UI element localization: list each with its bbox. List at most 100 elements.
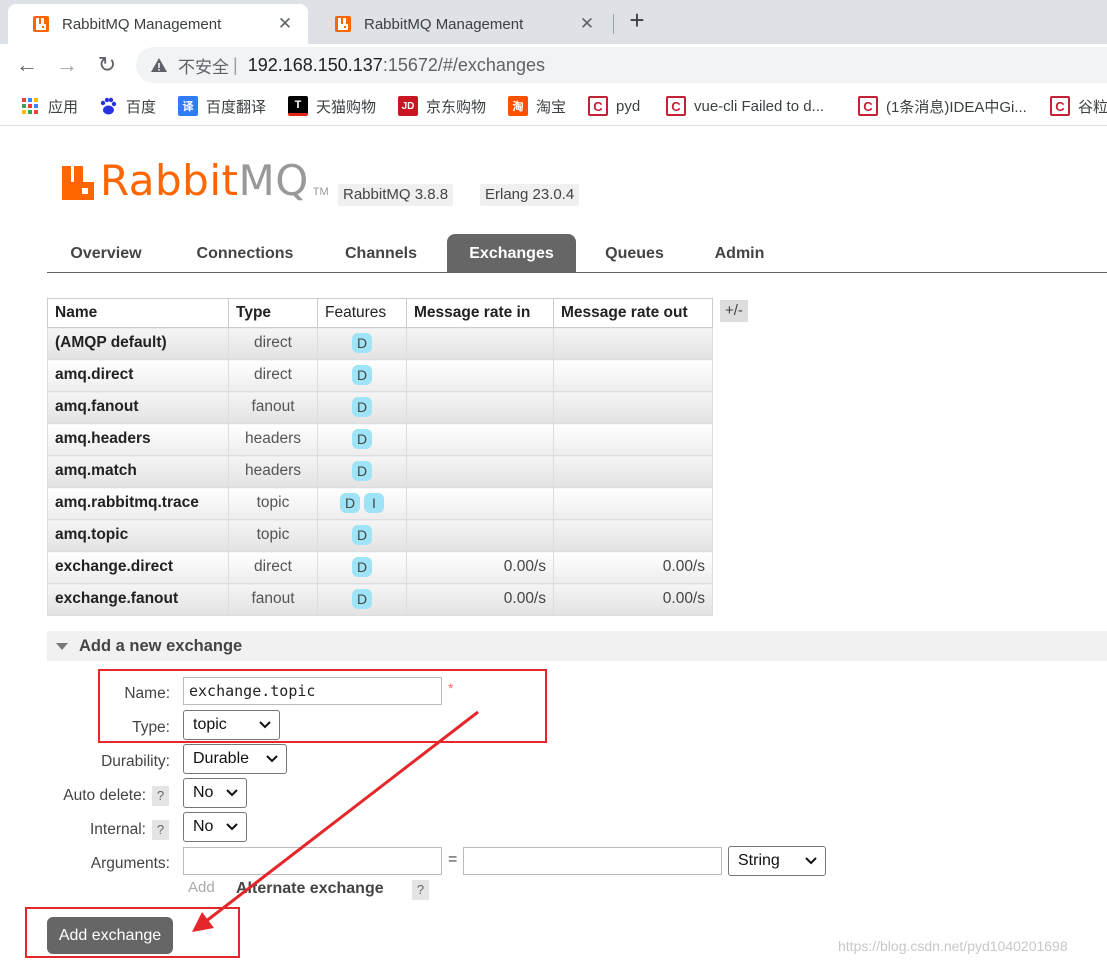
rabbitmq-version-badge: RabbitMQ 3.8.8 [338,184,454,206]
argument-key-input[interactable] [183,847,442,875]
bookmarks-bar: 应用 百度 译 百度翻译 T 天猫购物 JD 京东购物 淘 淘宝 C pyd C… [0,86,1107,126]
exchange-type-cell: fanout [228,391,318,424]
durable-badge: D [340,493,360,513]
exchange-name-link[interactable]: amq.fanout [47,391,229,424]
durability-select[interactable]: Durable [183,744,287,774]
bookmark-baidu-translate[interactable]: 译 百度翻译 [178,94,266,118]
browser-tab-strip: RabbitMQ Management ✕ RabbitMQ Managemen… [0,0,1107,44]
csdn-icon: C [858,96,878,116]
bookmark-baidu[interactable]: 百度 [98,94,156,118]
add-exchange-section-toggle[interactable]: Add a new exchange [47,631,1107,661]
rabbitmq-logo[interactable]: RabbitMQ TM [60,160,329,202]
tab-queues[interactable]: Queues [592,234,677,273]
jd-icon: JD [398,96,418,116]
internal-value: No [193,818,214,835]
durability-label: Durability: [101,753,170,770]
column-header-name[interactable]: Name [47,298,229,328]
auto-delete-select[interactable]: No [183,778,247,808]
argument-type-select[interactable]: String [728,846,826,876]
bookmark-vue-cli[interactable]: C vue-cli Failed to d... [666,94,824,118]
bookmark-idea[interactable]: C (1条消息)IDEA中Gi... [858,94,1027,118]
baidu-paw-icon [100,97,117,115]
column-header-type[interactable]: Type [228,298,318,328]
tab-connections[interactable]: Connections [180,234,310,273]
column-header-rate-in[interactable]: Message rate in [406,298,554,328]
argument-type-value: String [738,852,780,869]
durable-badge: D [352,589,372,609]
forward-arrow-icon[interactable]: → [54,52,80,78]
tab-exchanges[interactable]: Exchanges [447,234,576,273]
main-nav: Overview Connections Channels Exchanges … [47,234,1107,273]
tab-separator [613,14,614,34]
table-row: amq.topic topic D [47,519,713,552]
watermark-text: https://blog.csdn.net/pyd1040201698 [838,938,1068,954]
highlight-add-button-box [25,907,240,958]
table-row: amq.direct direct D [47,359,713,392]
insecure-label[interactable]: 不安全 [178,53,229,78]
exchange-features-cell: D [317,423,407,456]
bookmark-pyd[interactable]: C pyd [588,94,640,118]
exchange-type-cell: topic [228,487,318,520]
warning-triangle-icon[interactable] [150,56,168,74]
bookmark-label: 应用 [48,98,79,116]
exchanges-table-body: (AMQP default) direct Damq.direct direct Dam… [47,327,713,616]
internal-select[interactable]: No [183,812,247,842]
durable-badge: D [352,333,372,353]
tab-channels[interactable]: Channels [331,234,431,273]
exchange-features-cell: D [317,391,407,424]
message-rate-in-cell [406,327,554,360]
arguments-label: Arguments: [90,855,170,872]
tab-overview[interactable]: Overview [55,234,157,273]
browser-tab-inactive[interactable]: RabbitMQ Management ✕ [310,4,610,44]
alternate-exchange-help-icon[interactable]: ? [412,880,429,900]
browser-toolbar: ← → ↻ 不安全 | 192.168.150.137 :15672/#/exc… [0,44,1107,86]
bookmark-taobao[interactable]: 淘 淘宝 [508,94,566,118]
add-argument-link[interactable]: Add [188,879,215,896]
argument-value-input[interactable] [463,847,722,875]
exchange-name-link[interactable]: amq.direct [47,359,229,392]
exchange-type-cell: direct [228,327,318,360]
exchange-name-link[interactable]: amq.rabbitmq.trace [47,487,229,520]
apps-grid-icon [22,98,38,114]
durable-badge: D [352,397,372,417]
bookmark-apps[interactable]: 应用 [20,94,78,118]
exchange-name-link[interactable]: amq.headers [47,423,229,456]
message-rate-in-cell [406,359,554,392]
address-bar[interactable]: 不安全 | 192.168.150.137 :15672/#/exchanges [136,47,1107,83]
table-header-row: Name Type Features Message rate in Messa… [47,298,713,328]
table-row: amq.rabbitmq.trace topic D I [47,487,713,520]
bookmark-tmall[interactable]: T 天猫购物 [288,94,376,118]
exchange-name-link[interactable]: exchange.direct [47,551,229,584]
message-rate-out-cell [553,359,713,392]
url-path: :15672/#/exchanges [382,54,545,75]
tab-title: RabbitMQ Management [364,15,524,33]
message-rate-out-cell [553,391,713,424]
column-header-rate-out[interactable]: Message rate out [553,298,713,328]
internal-help-icon[interactable]: ? [152,820,169,840]
tab-admin[interactable]: Admin [702,234,777,273]
browser-tab-active[interactable]: RabbitMQ Management ✕ [8,4,308,44]
message-rate-out-cell: 0.00/s [553,583,713,616]
message-rate-out-cell [553,519,713,552]
new-tab-icon[interactable]: + [624,7,650,34]
exchange-name-link[interactable]: amq.match [47,455,229,488]
bookmark-guli[interactable]: C 谷粒 [1050,94,1107,118]
message-rate-out-cell [553,455,713,488]
exchange-name-link[interactable]: amq.topic [47,519,229,552]
tab-close-icon[interactable]: ✕ [276,14,294,34]
table-row: amq.match headers D [47,455,713,488]
exchange-features-cell: D [317,327,407,360]
tab-close-icon[interactable]: ✕ [578,14,596,34]
exchange-name-link[interactable]: (AMQP default) [47,327,229,360]
exchange-name-link[interactable]: exchange.fanout [47,583,229,616]
message-rate-in-cell [406,487,554,520]
back-arrow-icon[interactable]: ← [14,52,40,78]
csdn-icon: C [666,96,686,116]
auto-delete-help-icon[interactable]: ? [152,786,169,806]
bookmark-jd[interactable]: JD 京东购物 [398,94,486,118]
alternate-exchange-link[interactable]: Alternate exchange [236,880,384,898]
internal-label: Internal: [89,821,146,838]
message-rate-out-cell [553,487,713,520]
column-toggle-button[interactable]: +/- [720,300,748,322]
reload-icon[interactable]: ↻ [94,52,120,78]
